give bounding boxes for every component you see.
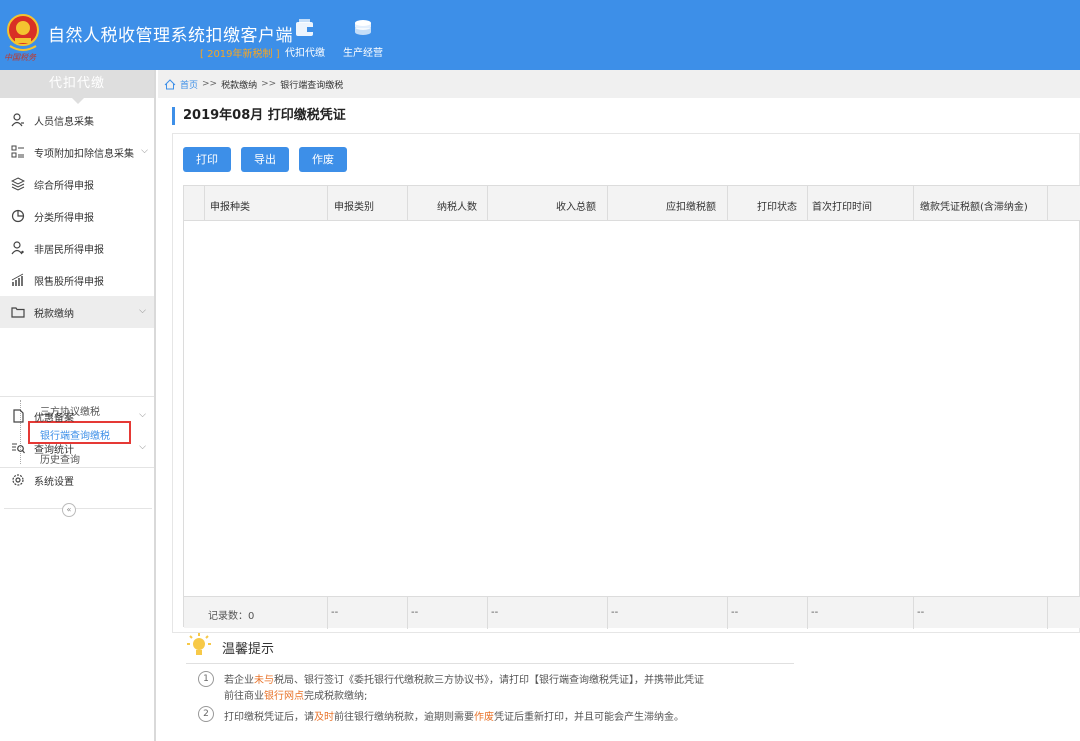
tip-number: 1	[198, 671, 214, 687]
footer-cell: --	[331, 607, 339, 618]
column-header-tax-withheld[interactable]: 应扣缴税额	[666, 198, 716, 213]
sidebar-item-classified-income[interactable]: 分类所得申报	[0, 200, 154, 232]
sidebar-item-label: 限售股所得申报	[34, 276, 104, 288]
footer-cell: --	[917, 607, 925, 618]
export-button[interactable]: 导出	[241, 147, 289, 172]
table-footer: 记录数：0 -- -- -- -- -- -- --	[184, 596, 1080, 629]
footer-cell: --	[731, 607, 739, 618]
gear-icon	[10, 472, 26, 488]
sidebar-item-tax-payment[interactable]: 税款缴纳 ⌵	[0, 296, 154, 328]
sidebar-item-label: 税款缴纳	[34, 308, 74, 320]
top-nav-label: 生产经营	[343, 48, 383, 59]
app-header: 中国税务 自然人税收管理系统扣缴客户端 [ 2019年新税制 ] 代扣代缴 生产…	[0, 0, 1080, 70]
sidebar-item-label: 查询统计	[34, 444, 74, 456]
sidebar-item-nonresident-income[interactable]: 非居民所得申报	[0, 232, 154, 264]
person-card-icon	[10, 112, 26, 128]
footer-cell: --	[491, 607, 499, 618]
wallet-icon	[296, 19, 314, 36]
record-count: 记录数：0	[208, 611, 255, 622]
page-title: 2019年08月 打印缴税凭证	[172, 107, 346, 125]
footer-cell: --	[811, 607, 819, 618]
layers-icon	[10, 176, 26, 192]
sidebar-item-system-settings[interactable]: 系统设置	[0, 464, 154, 496]
sidebar-item-label: 系统设置	[34, 476, 74, 488]
sidebar-item-special-deduction[interactable]: 专项附加扣除信息采集 ⌵	[0, 136, 154, 168]
tax-emblem-icon	[7, 14, 39, 51]
print-button[interactable]: 打印	[183, 147, 231, 172]
sidebar-item-preferential-filing[interactable]: 优惠备案 ⌵	[0, 400, 154, 432]
app-title: 自然人税收管理系统扣缴客户端	[48, 26, 293, 46]
sidebar-title: 代扣代缴	[0, 70, 154, 104]
sidebar-item-label: 非居民所得申报	[34, 244, 104, 256]
sidebar-item-label: 综合所得申报	[34, 180, 94, 192]
void-button[interactable]: 作废	[299, 147, 347, 172]
list-grid-icon	[10, 144, 26, 160]
column-header-declaration-category[interactable]: 申报类别	[334, 198, 374, 213]
sidebar-divider	[4, 508, 152, 509]
sidebar-item-label: 分类所得申报	[34, 212, 94, 224]
chevron-down-icon: ⌵	[139, 442, 146, 452]
sidebar-item-query-stats[interactable]: 查询统计 ⌵	[0, 432, 154, 464]
sidebar-item-comprehensive-income[interactable]: 综合所得申报	[0, 168, 154, 200]
breadcrumb-level1[interactable]: 税款缴纳	[221, 78, 257, 91]
column-header-declaration-type[interactable]: 申报种类	[210, 198, 250, 213]
column-header-first-print-time[interactable]: 首次打印时间	[812, 198, 872, 213]
breadcrumb-separator: >>	[261, 79, 277, 89]
chevron-down-icon: ⌵	[139, 410, 146, 420]
footer-cell: --	[411, 607, 419, 618]
footer-cell: --	[611, 607, 619, 618]
top-nav-label: 代扣代缴	[285, 48, 325, 59]
sidebar-item-label: 人员信息采集	[34, 116, 94, 128]
tip-number: 2	[198, 706, 214, 722]
column-header-taxpayer-count[interactable]: 纳税人数	[437, 198, 477, 213]
tips-title: 温馨提示	[222, 642, 275, 657]
search-list-icon	[10, 440, 26, 456]
column-header-total-income[interactable]: 收入总额	[556, 198, 596, 213]
bar-chart-icon	[10, 272, 26, 288]
chevron-down-icon: ⌵	[141, 146, 148, 156]
top-nav-withholding[interactable]: 代扣代缴	[281, 18, 329, 59]
home-icon	[164, 78, 176, 89]
sidebar-item-label: 优惠备案	[34, 412, 74, 424]
chevron-down-icon: ⌵	[139, 306, 146, 316]
breadcrumb-separator: >>	[202, 79, 218, 89]
sidebar-item-restricted-shares[interactable]: 限售股所得申报	[0, 264, 154, 296]
tips-divider	[186, 663, 794, 664]
emblem-caption: 中国税务	[4, 53, 36, 62]
sidebar-item-label: 专项附加扣除信息采集	[34, 148, 134, 160]
tip-1-line-2: 前往商业银行网点完成税款缴纳;	[224, 691, 368, 702]
collapse-sidebar-icon[interactable]: «	[62, 503, 76, 517]
tip-2-line-1: 打印缴税凭证后，请及时前往银行缴纳税款，逾期则需要作废凭证后重新打印，并且可能会…	[224, 712, 684, 723]
document-icon	[10, 408, 26, 424]
column-header-voucher-amount[interactable]: 缴款凭证税额(含滞纳金)	[920, 198, 1028, 213]
folder-icon	[10, 304, 26, 320]
coins-icon	[355, 20, 371, 35]
lightbulb-icon	[187, 633, 211, 655]
top-nav-business[interactable]: 生产经营	[339, 18, 387, 59]
sidebar-item-person-info[interactable]: 人员信息采集	[0, 104, 154, 136]
tip-1-line-1: 若企业未与税局、银行签订《委托银行代缴税款三方协议书》，请打印【银行端查询缴税凭…	[224, 675, 704, 686]
pie-icon	[10, 208, 26, 224]
breadcrumb: 首页 >> 税款缴纳 >> 银行端查询缴税	[158, 70, 1080, 98]
app-subtitle: [ 2019年新税制 ]	[200, 49, 280, 60]
voucher-table: 申报种类 申报类别 纳税人数 收入总额 应扣缴税额 打印状态 首次打印时间 缴款…	[183, 185, 1080, 629]
column-header-print-status[interactable]: 打印状态	[757, 198, 797, 213]
breadcrumb-level2: 银行端查询缴税	[280, 80, 344, 91]
breadcrumb-home[interactable]: 首页	[180, 78, 198, 91]
person-icon	[10, 240, 26, 256]
table-header: 申报种类 申报类别 纳税人数 收入总额 应扣缴税额 打印状态 首次打印时间 缴款…	[184, 186, 1080, 221]
sidebar: 代扣代缴 人员信息采集 专项附加扣除信息采集 ⌵ 综合所得申报 分类所得申报 非…	[0, 70, 156, 741]
